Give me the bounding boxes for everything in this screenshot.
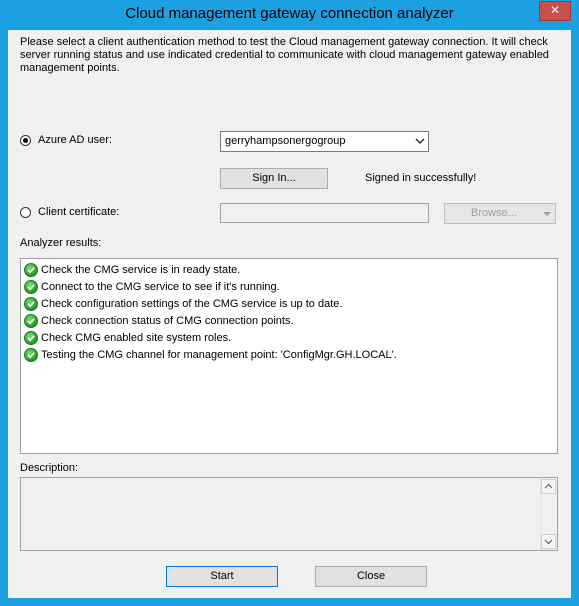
azure-ad-user-value: gerryhampsonergogroup [225,135,346,147]
result-text: Check connection status of CMG connectio… [41,315,294,327]
check-circle-icon [24,297,38,311]
scroll-down-icon[interactable] [541,534,556,549]
result-text: Check CMG enabled site system roles. [41,332,232,344]
result-item: Check connection status of CMG connectio… [23,313,555,330]
azure-ad-label: Azure AD user: [38,134,112,146]
analyzer-window: Cloud management gateway connection anal… [0,0,579,606]
chevron-down-icon [542,204,552,230]
azure-ad-user-dropdown[interactable]: gerryhampsonergogroup [220,131,429,152]
close-button[interactable]: Close [315,566,427,587]
result-text: Check the CMG service is in ready state. [41,264,241,276]
description-textbox[interactable] [20,477,558,551]
check-circle-icon [24,331,38,345]
intro-text: Please select a client authentication me… [20,36,549,74]
result-item: Check the CMG service is in ready state. [23,262,555,279]
result-item: Check configuration settings of the CMG … [23,296,555,313]
browse-dropdown-button[interactable]: Browse... [444,203,556,224]
check-circle-icon [24,280,38,294]
sign-in-button[interactable]: Sign In... [220,168,328,189]
chevron-down-icon [415,132,425,158]
result-item: Connect to the CMG service to see if it'… [23,279,555,296]
description-scrollbar[interactable] [540,479,556,549]
check-circle-icon [24,314,38,328]
client-certificate-radio[interactable] [20,207,31,218]
description-label: Description: [20,462,79,474]
azure-ad-radio[interactable] [20,135,31,146]
title-bar[interactable]: Cloud management gateway connection anal… [0,0,579,30]
check-circle-icon [24,263,38,277]
start-button[interactable]: Start [166,566,278,587]
client-certificate-field[interactable] [220,203,429,223]
result-text: Testing the CMG channel for management p… [41,349,397,361]
result-text: Check configuration settings of the CMG … [41,298,343,310]
analyzer-results-list[interactable]: Check the CMG service is in ready state.… [20,258,558,454]
result-text: Connect to the CMG service to see if it'… [41,281,280,293]
scroll-up-icon[interactable] [541,479,556,494]
check-circle-icon [24,348,38,362]
window-title: Cloud management gateway connection anal… [125,5,454,22]
browse-label: Browse... [471,207,517,219]
result-item: Testing the CMG channel for management p… [23,347,555,364]
client-certificate-label: Client certificate: [38,206,120,218]
dialog-client-area: Please select a client authentication me… [8,30,571,598]
analyzer-results-label: Analyzer results: [20,237,102,249]
sign-in-status: Signed in successfully! [365,172,477,184]
window-close-button[interactable]: ✕ [539,1,571,21]
result-item: Check CMG enabled site system roles. [23,330,555,347]
